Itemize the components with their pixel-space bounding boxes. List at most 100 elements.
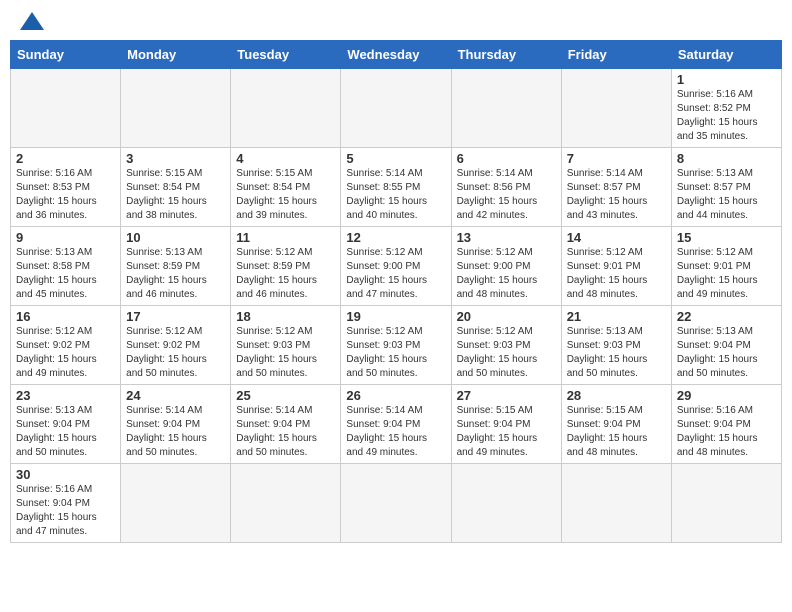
logo	[14, 10, 46, 32]
day-info: Sunrise: 5:12 AM Sunset: 9:00 PM Dayligh…	[346, 246, 445, 302]
day-number: 4	[236, 151, 335, 166]
weekday-header-thursday: Thursday	[451, 41, 561, 69]
day-number: 21	[567, 309, 666, 324]
weekday-header-friday: Friday	[561, 41, 671, 69]
calendar-cell	[231, 464, 341, 543]
calendar-cell: 21Sunrise: 5:13 AM Sunset: 9:03 PM Dayli…	[561, 306, 671, 385]
calendar-cell	[341, 464, 451, 543]
day-number: 2	[16, 151, 115, 166]
calendar-cell: 8Sunrise: 5:13 AM Sunset: 8:57 PM Daylig…	[671, 148, 781, 227]
day-number: 18	[236, 309, 335, 324]
calendar-cell: 5Sunrise: 5:14 AM Sunset: 8:55 PM Daylig…	[341, 148, 451, 227]
calendar-cell	[11, 69, 121, 148]
day-info: Sunrise: 5:12 AM Sunset: 9:01 PM Dayligh…	[567, 246, 666, 302]
day-info: Sunrise: 5:12 AM Sunset: 9:02 PM Dayligh…	[126, 325, 225, 381]
calendar-cell: 13Sunrise: 5:12 AM Sunset: 9:00 PM Dayli…	[451, 227, 561, 306]
day-number: 10	[126, 230, 225, 245]
calendar-cell: 23Sunrise: 5:13 AM Sunset: 9:04 PM Dayli…	[11, 385, 121, 464]
day-info: Sunrise: 5:12 AM Sunset: 9:03 PM Dayligh…	[236, 325, 335, 381]
calendar-cell	[121, 69, 231, 148]
day-number: 3	[126, 151, 225, 166]
day-number: 26	[346, 388, 445, 403]
day-info: Sunrise: 5:14 AM Sunset: 8:57 PM Dayligh…	[567, 167, 666, 223]
day-info: Sunrise: 5:12 AM Sunset: 9:03 PM Dayligh…	[346, 325, 445, 381]
day-info: Sunrise: 5:14 AM Sunset: 8:55 PM Dayligh…	[346, 167, 445, 223]
day-number: 14	[567, 230, 666, 245]
day-number: 25	[236, 388, 335, 403]
weekday-header-sunday: Sunday	[11, 41, 121, 69]
calendar-table: SundayMondayTuesdayWednesdayThursdayFrid…	[10, 40, 782, 543]
calendar-cell: 11Sunrise: 5:12 AM Sunset: 8:59 PM Dayli…	[231, 227, 341, 306]
day-number: 11	[236, 230, 335, 245]
calendar-cell: 22Sunrise: 5:13 AM Sunset: 9:04 PM Dayli…	[671, 306, 781, 385]
day-info: Sunrise: 5:13 AM Sunset: 8:58 PM Dayligh…	[16, 246, 115, 302]
calendar-cell	[341, 69, 451, 148]
calendar-cell	[451, 464, 561, 543]
day-info: Sunrise: 5:16 AM Sunset: 9:04 PM Dayligh…	[16, 483, 115, 539]
calendar-cell: 27Sunrise: 5:15 AM Sunset: 9:04 PM Dayli…	[451, 385, 561, 464]
day-number: 23	[16, 388, 115, 403]
calendar-cell: 26Sunrise: 5:14 AM Sunset: 9:04 PM Dayli…	[341, 385, 451, 464]
day-number: 28	[567, 388, 666, 403]
day-info: Sunrise: 5:12 AM Sunset: 9:02 PM Dayligh…	[16, 325, 115, 381]
calendar-cell: 2Sunrise: 5:16 AM Sunset: 8:53 PM Daylig…	[11, 148, 121, 227]
week-row-2: 2Sunrise: 5:16 AM Sunset: 8:53 PM Daylig…	[11, 148, 782, 227]
day-info: Sunrise: 5:14 AM Sunset: 9:04 PM Dayligh…	[236, 404, 335, 460]
day-number: 30	[16, 467, 115, 482]
weekday-header-row: SundayMondayTuesdayWednesdayThursdayFrid…	[11, 41, 782, 69]
day-number: 19	[346, 309, 445, 324]
weekday-header-tuesday: Tuesday	[231, 41, 341, 69]
day-number: 7	[567, 151, 666, 166]
day-number: 1	[677, 72, 776, 87]
week-row-3: 9Sunrise: 5:13 AM Sunset: 8:58 PM Daylig…	[11, 227, 782, 306]
calendar-cell: 20Sunrise: 5:12 AM Sunset: 9:03 PM Dayli…	[451, 306, 561, 385]
calendar-cell: 6Sunrise: 5:14 AM Sunset: 8:56 PM Daylig…	[451, 148, 561, 227]
calendar-cell: 14Sunrise: 5:12 AM Sunset: 9:01 PM Dayli…	[561, 227, 671, 306]
day-number: 29	[677, 388, 776, 403]
day-number: 22	[677, 309, 776, 324]
calendar-cell	[121, 464, 231, 543]
calendar-cell: 19Sunrise: 5:12 AM Sunset: 9:03 PM Dayli…	[341, 306, 451, 385]
calendar-cell: 15Sunrise: 5:12 AM Sunset: 9:01 PM Dayli…	[671, 227, 781, 306]
day-number: 5	[346, 151, 445, 166]
day-info: Sunrise: 5:12 AM Sunset: 9:03 PM Dayligh…	[457, 325, 556, 381]
day-number: 15	[677, 230, 776, 245]
day-info: Sunrise: 5:14 AM Sunset: 9:04 PM Dayligh…	[346, 404, 445, 460]
day-info: Sunrise: 5:16 AM Sunset: 9:04 PM Dayligh…	[677, 404, 776, 460]
day-number: 6	[457, 151, 556, 166]
header	[10, 10, 782, 32]
day-number: 8	[677, 151, 776, 166]
day-info: Sunrise: 5:14 AM Sunset: 8:56 PM Dayligh…	[457, 167, 556, 223]
calendar-cell: 30Sunrise: 5:16 AM Sunset: 9:04 PM Dayli…	[11, 464, 121, 543]
calendar-cell	[561, 69, 671, 148]
calendar-cell	[231, 69, 341, 148]
day-info: Sunrise: 5:16 AM Sunset: 8:52 PM Dayligh…	[677, 88, 776, 144]
day-number: 9	[16, 230, 115, 245]
calendar-cell: 29Sunrise: 5:16 AM Sunset: 9:04 PM Dayli…	[671, 385, 781, 464]
day-info: Sunrise: 5:15 AM Sunset: 9:04 PM Dayligh…	[567, 404, 666, 460]
weekday-header-wednesday: Wednesday	[341, 41, 451, 69]
calendar-cell: 10Sunrise: 5:13 AM Sunset: 8:59 PM Dayli…	[121, 227, 231, 306]
day-info: Sunrise: 5:13 AM Sunset: 8:59 PM Dayligh…	[126, 246, 225, 302]
calendar-cell	[451, 69, 561, 148]
day-number: 16	[16, 309, 115, 324]
calendar-cell: 12Sunrise: 5:12 AM Sunset: 9:00 PM Dayli…	[341, 227, 451, 306]
calendar-cell: 16Sunrise: 5:12 AM Sunset: 9:02 PM Dayli…	[11, 306, 121, 385]
day-number: 13	[457, 230, 556, 245]
calendar-cell: 25Sunrise: 5:14 AM Sunset: 9:04 PM Dayli…	[231, 385, 341, 464]
calendar-cell: 3Sunrise: 5:15 AM Sunset: 8:54 PM Daylig…	[121, 148, 231, 227]
weekday-header-saturday: Saturday	[671, 41, 781, 69]
day-info: Sunrise: 5:14 AM Sunset: 9:04 PM Dayligh…	[126, 404, 225, 460]
calendar-cell: 4Sunrise: 5:15 AM Sunset: 8:54 PM Daylig…	[231, 148, 341, 227]
day-number: 12	[346, 230, 445, 245]
day-number: 27	[457, 388, 556, 403]
week-row-1: 1Sunrise: 5:16 AM Sunset: 8:52 PM Daylig…	[11, 69, 782, 148]
day-info: Sunrise: 5:16 AM Sunset: 8:53 PM Dayligh…	[16, 167, 115, 223]
day-info: Sunrise: 5:12 AM Sunset: 9:01 PM Dayligh…	[677, 246, 776, 302]
day-info: Sunrise: 5:12 AM Sunset: 8:59 PM Dayligh…	[236, 246, 335, 302]
calendar-cell: 1Sunrise: 5:16 AM Sunset: 8:52 PM Daylig…	[671, 69, 781, 148]
calendar-cell: 17Sunrise: 5:12 AM Sunset: 9:02 PM Dayli…	[121, 306, 231, 385]
week-row-5: 23Sunrise: 5:13 AM Sunset: 9:04 PM Dayli…	[11, 385, 782, 464]
calendar-cell: 18Sunrise: 5:12 AM Sunset: 9:03 PM Dayli…	[231, 306, 341, 385]
day-number: 24	[126, 388, 225, 403]
